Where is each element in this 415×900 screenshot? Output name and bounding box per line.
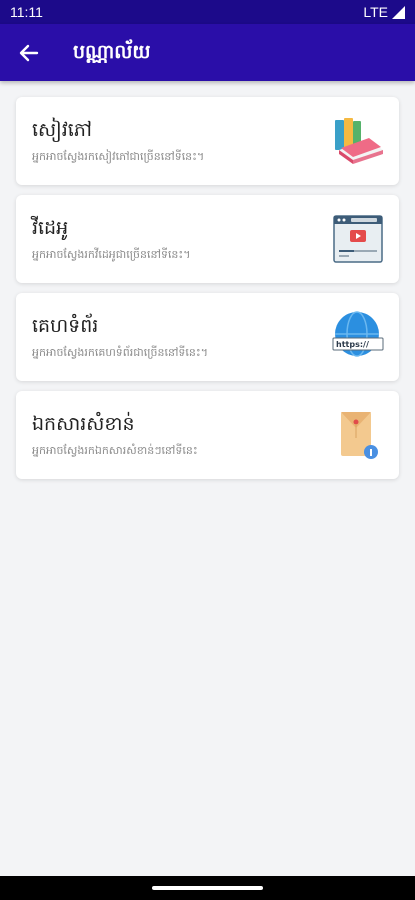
video-player-icon: [333, 215, 383, 263]
library-list: សៀវភៅ អ្នកអាចស្វែងរកសៀវភៅជាច្រើននៅទីនេះ។…: [16, 97, 399, 489]
svg-text:https://: https://: [336, 340, 369, 349]
status-time: 11:11: [10, 4, 43, 20]
item-subtitle: អ្នកអាចស្វែងរកគេហទំព័រជាច្រើននៅទីនេះ។: [32, 346, 208, 359]
books-icon: [335, 118, 383, 164]
item-title: សៀវភៅ: [32, 119, 92, 141]
system-nav-bar: [0, 876, 415, 900]
item-title: វីដេអូ: [32, 217, 69, 239]
list-item-videos[interactable]: វីដេអូ អ្នកអាចស្វែងរកវីដេអូជាច្រើននៅទីនេ…: [16, 195, 399, 283]
status-bar: 11:11 LTE: [0, 0, 415, 24]
item-subtitle: អ្នកអាចស្វែងរកសៀវភៅជាច្រើននៅទីនេះ។: [32, 150, 205, 163]
back-button[interactable]: [14, 38, 44, 68]
website-globe-icon: https://: [332, 311, 384, 357]
status-indicators: LTE: [363, 4, 405, 20]
list-item-documents[interactable]: ឯកសារសំខាន់ អ្នកអាចស្វែងរកឯកសារសំខាន់ៗនៅ…: [16, 391, 399, 479]
item-subtitle: អ្នកអាចស្វែងរកវីដេអូជាច្រើននៅទីនេះ។: [32, 248, 191, 261]
list-item-websites[interactable]: គេហទំព័រ អ្នកអាចស្វែងរកគេហទំព័រជាច្រើននៅ…: [16, 293, 399, 381]
item-title: គេហទំព័រ: [32, 315, 99, 337]
home-handle[interactable]: [152, 886, 263, 890]
signal-icon: [392, 5, 405, 19]
app-bar: បណ្ណាល័យ: [0, 24, 415, 81]
list-item-books[interactable]: សៀវភៅ អ្នកអាចស្វែងរកសៀវភៅជាច្រើននៅទីនេះ។: [16, 97, 399, 185]
item-title: ឯកសារសំខាន់: [32, 413, 135, 435]
network-type: LTE: [363, 4, 388, 20]
arrow-left-icon: [19, 44, 39, 62]
item-subtitle: អ្នកអាចស្វែងរកឯកសារសំខាន់ៗនៅទីនេះ: [32, 444, 198, 457]
page-title: បណ្ណាល័យ: [73, 41, 151, 63]
document-envelope-icon: [341, 412, 378, 459]
